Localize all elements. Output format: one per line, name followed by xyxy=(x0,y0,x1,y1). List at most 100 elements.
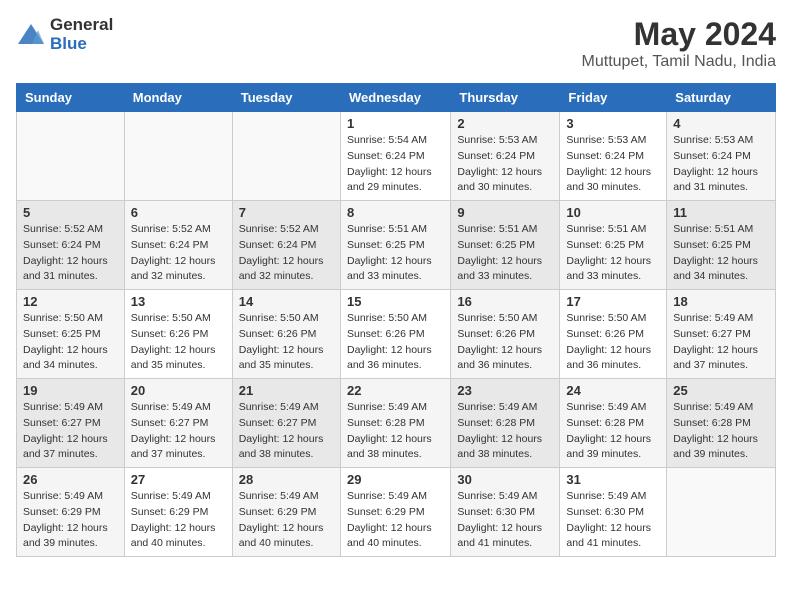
calendar-day-23: 23 Sunrise: 5:49 AM Sunset: 6:28 PM Dayli… xyxy=(451,379,560,468)
calendar-day-5: 5Sunrise: 5:52 AM Sunset: 6:24 PM Daylig… xyxy=(17,201,125,290)
day-number: 7 xyxy=(239,205,334,220)
calendar-table: Sunday Monday Tuesday Wednesday Thursday… xyxy=(16,83,776,557)
logo-blue: Blue xyxy=(50,35,113,54)
calendar-day-1: 1 Sunrise: 5:54 AM Sunset: 6:24 PM Daylig… xyxy=(340,112,450,201)
day-number: 30 xyxy=(457,472,553,487)
day-number: 14 xyxy=(239,294,334,309)
day-info: Sunrise: 5:49 AM Sunset: 6:27 PM Dayligh… xyxy=(673,311,769,374)
day-number: 25 xyxy=(673,383,769,398)
day-info: Sunrise: 5:50 AM Sunset: 6:26 PM Dayligh… xyxy=(347,311,444,374)
header-wednesday: Wednesday xyxy=(340,84,450,112)
day-number: 4 xyxy=(673,116,769,131)
day-info: Sunrise: 5:52 AM Sunset: 6:24 PM Dayligh… xyxy=(239,222,334,285)
calendar-week-2: 5 Sunrise: 5:52 AM Sunset: 6:24 PM Daylig… xyxy=(17,201,776,290)
header-saturday: Saturday xyxy=(667,84,776,112)
day-number: 28 xyxy=(239,472,334,487)
day-info: Sunrise: 5:49 AM Sunset: 6:29 PM Dayligh… xyxy=(131,489,226,552)
calendar-day-27: 27 Sunrise: 5:49 AM Sunset: 6:29 PM Dayli… xyxy=(124,468,232,557)
calendar-day-29: 29 Sunrise: 5:49 AM Sunset: 6:29 PM Dayli… xyxy=(340,468,450,557)
title-section: May 2024 Muttupet, Tamil Nadu, India xyxy=(582,16,776,71)
calendar-day-3: 3Sunrise: 5:53 AM Sunset: 6:24 PM Daylig… xyxy=(560,112,667,201)
calendar-day-18: 18 Sunrise: 5:49 AM Sunset: 6:27 PM Dayli… xyxy=(667,290,776,379)
calendar-day-14: 14 Sunrise: 5:50 AM Sunset: 6:26 PM Dayli… xyxy=(232,290,340,379)
header-friday: Friday xyxy=(560,84,667,112)
calendar-day-10: 10 Sunrise: 5:51 AM Sunset: 6:25 PM Dayli… xyxy=(560,201,667,290)
day-number: 22 xyxy=(347,383,444,398)
day-number: 10 xyxy=(566,205,660,220)
calendar-day-13: 13Sunrise: 5:50 AM Sunset: 6:26 PM Dayli… xyxy=(124,290,232,379)
calendar-header-row: Sunday Monday Tuesday Wednesday Thursday… xyxy=(17,84,776,112)
day-info: Sunrise: 5:53 AM Sunset: 6:24 PM Dayligh… xyxy=(457,133,553,196)
day-info: Sunrise: 5:50 AM Sunset: 6:26 PM Dayligh… xyxy=(239,311,334,374)
day-info: Sunrise: 5:49 AM Sunset: 6:30 PM Dayligh… xyxy=(457,489,553,552)
day-info: Sunrise: 5:50 AM Sunset: 6:26 PM Dayligh… xyxy=(457,311,553,374)
day-number: 1 xyxy=(347,116,444,131)
day-number: 27 xyxy=(131,472,226,487)
day-number: 29 xyxy=(347,472,444,487)
calendar-day-empty xyxy=(667,468,776,557)
day-info: Sunrise: 5:49 AM Sunset: 6:27 PM Dayligh… xyxy=(23,400,118,463)
day-number: 8 xyxy=(347,205,444,220)
month-year-title: May 2024 xyxy=(582,16,776,53)
day-number: 18 xyxy=(673,294,769,309)
day-info: Sunrise: 5:49 AM Sunset: 6:29 PM Dayligh… xyxy=(347,489,444,552)
calendar-week-3: 12 Sunrise: 5:50 AM Sunset: 6:25 PM Dayli… xyxy=(17,290,776,379)
day-number: 5 xyxy=(23,205,118,220)
calendar-day-17: 17Sunrise: 5:50 AM Sunset: 6:26 PM Dayli… xyxy=(560,290,667,379)
day-info: Sunrise: 5:50 AM Sunset: 6:25 PM Dayligh… xyxy=(23,311,118,374)
day-info: Sunrise: 5:51 AM Sunset: 6:25 PM Dayligh… xyxy=(673,222,769,285)
calendar-day-6: 6 Sunrise: 5:52 AM Sunset: 6:24 PM Daylig… xyxy=(124,201,232,290)
day-info: Sunrise: 5:49 AM Sunset: 6:28 PM Dayligh… xyxy=(566,400,660,463)
day-info: Sunrise: 5:54 AM Sunset: 6:24 PM Dayligh… xyxy=(347,133,444,196)
header-sunday: Sunday xyxy=(17,84,125,112)
day-number: 23 xyxy=(457,383,553,398)
logo: General Blue xyxy=(16,16,113,53)
calendar-day-empty xyxy=(17,112,125,201)
calendar-day-20: 20Sunrise: 5:49 AM Sunset: 6:27 PM Dayli… xyxy=(124,379,232,468)
calendar-day-28: 28 Sunrise: 5:49 AM Sunset: 6:29 PM Dayli… xyxy=(232,468,340,557)
day-info: Sunrise: 5:49 AM Sunset: 6:29 PM Dayligh… xyxy=(23,489,118,552)
calendar-day-22: 22 Sunrise: 5:49 AM Sunset: 6:28 PM Dayli… xyxy=(340,379,450,468)
calendar-day-12: 12 Sunrise: 5:50 AM Sunset: 6:25 PM Dayli… xyxy=(17,290,125,379)
calendar-day-25: 25 Sunrise: 5:49 AM Sunset: 6:28 PM Dayli… xyxy=(667,379,776,468)
location-subtitle: Muttupet, Tamil Nadu, India xyxy=(582,53,776,71)
calendar-week-4: 19 Sunrise: 5:49 AM Sunset: 6:27 PM Dayli… xyxy=(17,379,776,468)
calendar-day-4: 4Sunrise: 5:53 AM Sunset: 6:24 PM Daylig… xyxy=(667,112,776,201)
calendar-day-21: 21 Sunrise: 5:49 AM Sunset: 6:27 PM Dayli… xyxy=(232,379,340,468)
day-info: Sunrise: 5:51 AM Sunset: 6:25 PM Dayligh… xyxy=(566,222,660,285)
day-number: 15 xyxy=(347,294,444,309)
calendar-day-16: 16Sunrise: 5:50 AM Sunset: 6:26 PM Dayli… xyxy=(451,290,560,379)
day-info: Sunrise: 5:52 AM Sunset: 6:24 PM Dayligh… xyxy=(131,222,226,285)
day-number: 12 xyxy=(23,294,118,309)
day-number: 20 xyxy=(131,383,226,398)
day-info: Sunrise: 5:51 AM Sunset: 6:25 PM Dayligh… xyxy=(457,222,553,285)
day-info: Sunrise: 5:49 AM Sunset: 6:30 PM Dayligh… xyxy=(566,489,660,552)
calendar-day-empty xyxy=(232,112,340,201)
calendar-week-5: 26 Sunrise: 5:49 AM Sunset: 6:29 PM Dayli… xyxy=(17,468,776,557)
calendar-day-9: 9 Sunrise: 5:51 AM Sunset: 6:25 PM Daylig… xyxy=(451,201,560,290)
day-info: Sunrise: 5:49 AM Sunset: 6:28 PM Dayligh… xyxy=(673,400,769,463)
day-info: Sunrise: 5:49 AM Sunset: 6:29 PM Dayligh… xyxy=(239,489,334,552)
calendar-day-24: 24Sunrise: 5:49 AM Sunset: 6:28 PM Dayli… xyxy=(560,379,667,468)
day-info: Sunrise: 5:51 AM Sunset: 6:25 PM Dayligh… xyxy=(347,222,444,285)
page-header: General Blue May 2024 Muttupet, Tamil Na… xyxy=(16,16,776,71)
day-info: Sunrise: 5:49 AM Sunset: 6:28 PM Dayligh… xyxy=(347,400,444,463)
logo-text: General Blue xyxy=(50,16,113,53)
logo-general: General xyxy=(50,16,113,35)
day-number: 19 xyxy=(23,383,118,398)
header-tuesday: Tuesday xyxy=(232,84,340,112)
logo-icon xyxy=(16,20,46,50)
calendar-day-2: 2Sunrise: 5:53 AM Sunset: 6:24 PM Daylig… xyxy=(451,112,560,201)
calendar-day-30: 30 Sunrise: 5:49 AM Sunset: 6:30 PM Dayli… xyxy=(451,468,560,557)
calendar-day-empty xyxy=(124,112,232,201)
day-info: Sunrise: 5:53 AM Sunset: 6:24 PM Dayligh… xyxy=(566,133,660,196)
day-number: 9 xyxy=(457,205,553,220)
day-number: 6 xyxy=(131,205,226,220)
day-number: 21 xyxy=(239,383,334,398)
day-info: Sunrise: 5:49 AM Sunset: 6:27 PM Dayligh… xyxy=(239,400,334,463)
day-info: Sunrise: 5:49 AM Sunset: 6:28 PM Dayligh… xyxy=(457,400,553,463)
header-monday: Monday xyxy=(124,84,232,112)
day-number: 17 xyxy=(566,294,660,309)
header-thursday: Thursday xyxy=(451,84,560,112)
day-number: 26 xyxy=(23,472,118,487)
